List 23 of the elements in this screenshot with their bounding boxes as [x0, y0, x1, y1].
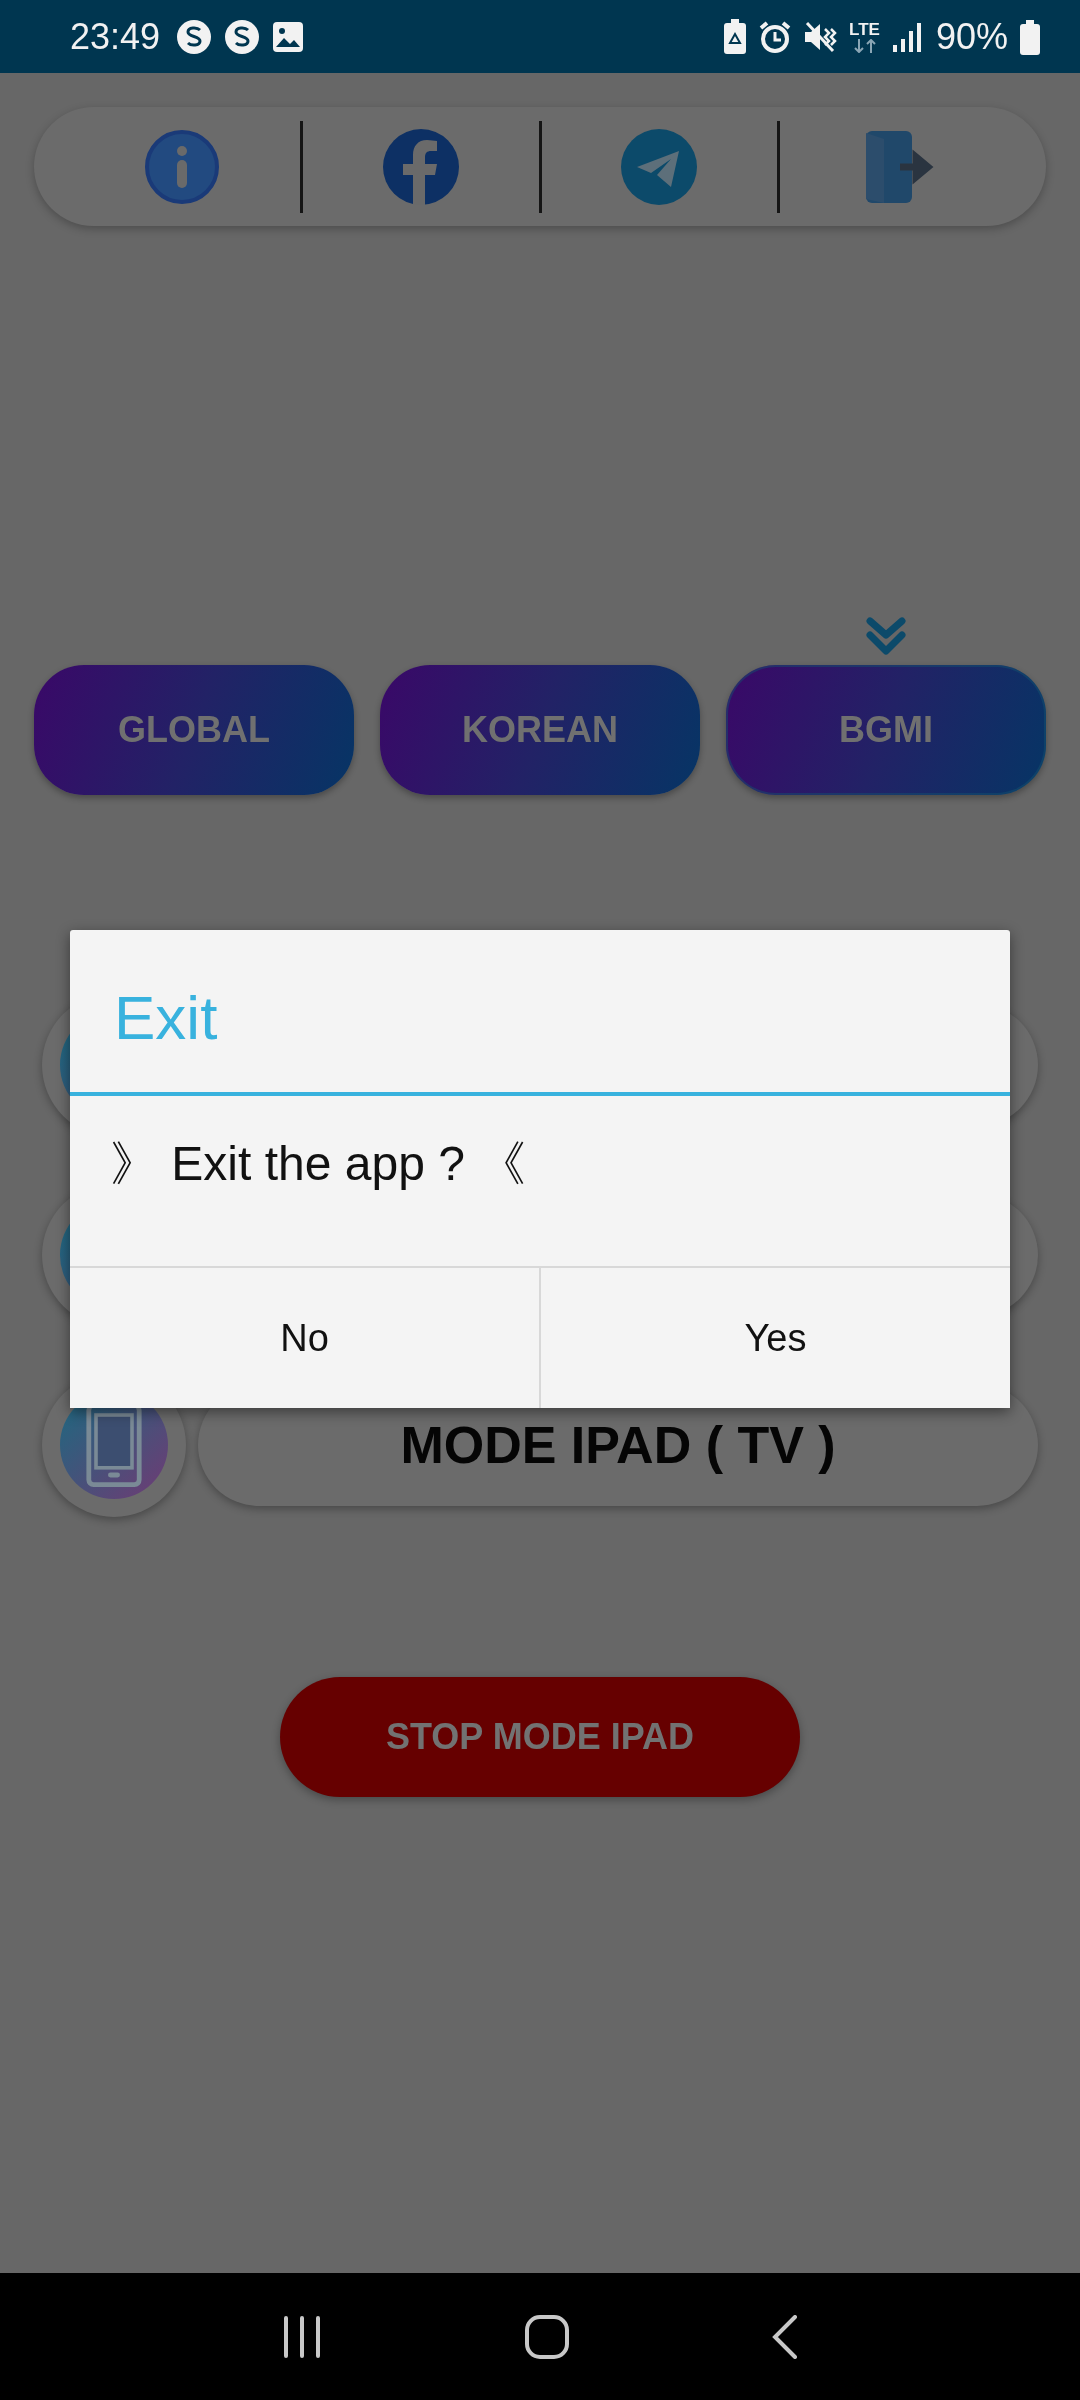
battery-level: 90% [935, 15, 1008, 58]
home-icon[interactable] [525, 2314, 569, 2359]
stop-button[interactable]: STOP MODE IPAD [280, 1677, 800, 1797]
clock-time: 23:49 [70, 15, 161, 58]
s-logo-icon [176, 18, 213, 55]
region-tab[interactable]: BGMI [726, 665, 1046, 795]
battery-saver-icon [723, 18, 748, 55]
region-tab[interactable]: KOREAN [380, 665, 700, 795]
facebook-logo-icon[interactable] [382, 128, 459, 205]
data-arrows-icon [851, 38, 878, 53]
recent-apps-icon[interactable] [281, 2315, 322, 2358]
dialog-button[interactable]: No [70, 1268, 539, 1408]
region-tab[interactable]: GLOBAL [34, 665, 354, 795]
s-logo-icon [224, 18, 261, 55]
vibrate-mute-icon [803, 20, 838, 53]
battery-icon [1020, 18, 1040, 55]
image-icon [272, 20, 305, 53]
network-type: LTE [849, 20, 880, 39]
dialog-title: Exit [70, 930, 1010, 1096]
back-icon[interactable] [772, 2314, 799, 2359]
dialog-button[interactable]: Yes [539, 1268, 1010, 1408]
alarm-clock-icon [759, 20, 792, 53]
signal-icon [891, 20, 924, 53]
